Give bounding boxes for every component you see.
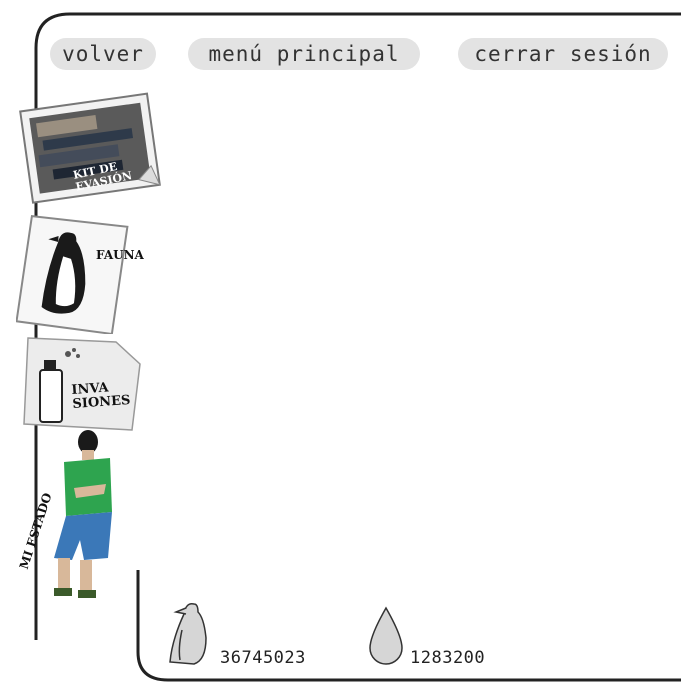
app-screen: volver menú principal cerrar sesión KIT … [0, 0, 681, 682]
sidebar-item-invasiones[interactable]: INVA SIONES [20, 334, 160, 434]
drops-counter: 1283200 [410, 648, 486, 668]
water-drop-icon [369, 606, 403, 665]
sidebar-item-invasiones-label: INVA SIONES [71, 380, 131, 412]
penguin-icon [169, 602, 207, 665]
logout-button[interactable]: cerrar sesión [458, 38, 668, 70]
penguins-counter: 36745023 [220, 648, 306, 668]
back-button[interactable]: volver [50, 38, 156, 70]
penguin-icon [15, 214, 129, 336]
sidebar-item-kit[interactable]: KIT DE EVASIÓN [16, 88, 166, 208]
main-menu-button[interactable]: menú principal [188, 38, 420, 70]
sidebar-item-fauna[interactable]: FAUNA [15, 214, 156, 336]
sidebar-item-estado[interactable]: MI ESTADO [17, 428, 118, 608]
sidebar-item-fauna-label: FAUNA [96, 248, 144, 262]
